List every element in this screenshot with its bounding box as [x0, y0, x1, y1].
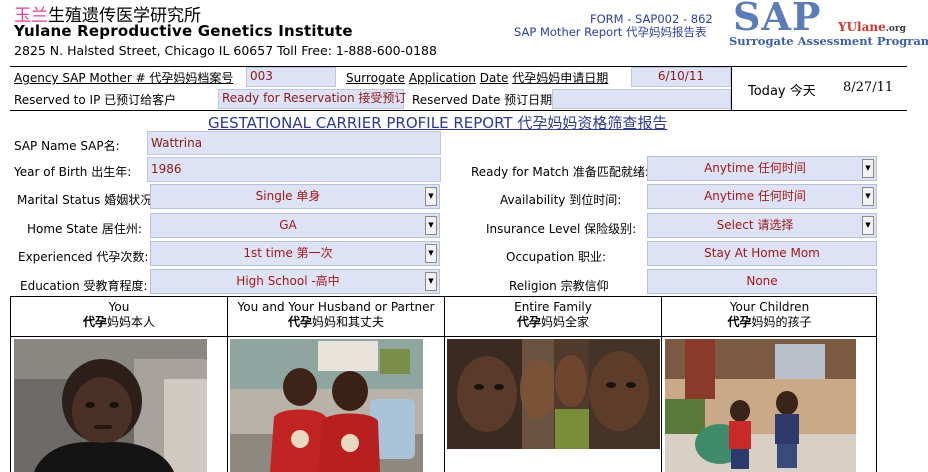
photo-partner — [230, 339, 423, 472]
availability-label: Availability 到位时间: — [500, 193, 622, 207]
ready-for-match-label: Ready for Match 准备匹配就绪: — [471, 165, 649, 179]
dropdown-arrow-icon[interactable]: ▼ — [425, 187, 437, 206]
education-label: Education 受教育程度: — [20, 279, 148, 293]
occupation-label: Occupation 职业: — [506, 250, 607, 264]
yulane-logo: YUlane.org — [838, 20, 906, 34]
birth-year-field[interactable]: 1986 — [147, 157, 441, 182]
brand-english-name: Yulane Reproductive Genetics Institute — [14, 22, 353, 40]
photo-header-divider — [10, 336, 877, 337]
home-state-label: Home State 居住州: — [27, 222, 142, 236]
reserved-date-field[interactable] — [552, 89, 731, 109]
header-divider — [10, 66, 907, 67]
experience-value: 1st time 第一次 — [243, 246, 333, 260]
experience-label: Experienced 代孕次数: — [18, 250, 149, 264]
photo-children — [665, 339, 856, 472]
photo-header-family: Entire Family 代孕妈妈全家 — [514, 300, 592, 329]
sap-name-label: SAP Name SAP名: — [14, 139, 120, 153]
home-state-value: GA — [279, 218, 297, 232]
today-divider — [731, 67, 732, 110]
insurance-level-select[interactable]: Select 请选择 ▼ — [647, 213, 877, 238]
logo-tagline: Surrogate Assessment Program — [729, 34, 928, 48]
sap-name-field[interactable]: Wattrina — [147, 131, 441, 155]
dropdown-arrow-icon[interactable]: ▼ — [862, 159, 874, 178]
ready-for-match-select[interactable]: Anytime 任何时间 ▼ — [647, 156, 877, 181]
today-value: 8/27/11 — [843, 80, 894, 95]
home-state-select[interactable]: GA ▼ — [150, 213, 440, 238]
availability-value: Anytime 任何时间 — [704, 189, 806, 203]
report-title: GESTATIONAL CARRIER PROFILE REPORT 代孕妈妈资… — [208, 114, 668, 132]
form-title: SAP Mother Report 代孕妈妈报告表 — [514, 25, 707, 39]
experience-select[interactable]: 1st time 第一次 ▼ — [150, 241, 440, 266]
application-date-label: Surrogate Application Date 代孕妈妈申请日期 — [346, 71, 609, 85]
agency-number-field[interactable]: 003 — [246, 67, 336, 87]
application-date-field[interactable]: 6/10/11 — [631, 67, 731, 87]
reservation-divider — [10, 110, 907, 111]
agency-label: Agency SAP Mother # 代孕妈妈档案号 — [14, 71, 234, 85]
today-label: Today 今天 — [748, 84, 816, 99]
reserved-to-ip-label: Reserved to IP 已预订给客户 — [14, 93, 177, 107]
religion-label: Religion 宗教信仰 — [509, 279, 609, 293]
reservation-status-field[interactable]: Ready for Reservation 接受预订 — [218, 89, 406, 109]
photo-header-children: Your Children 代孕妈妈的孩子 — [727, 300, 812, 329]
ready-for-match-value: Anytime 任何时间 — [704, 161, 806, 175]
occupation-field[interactable]: Stay At Home Mom — [647, 241, 877, 266]
dropdown-arrow-icon[interactable]: ▼ — [425, 244, 437, 263]
reserved-date-label: Reserved Date 预订日期 — [412, 93, 553, 107]
education-select[interactable]: High School -高中 ▼ — [150, 269, 440, 294]
marital-status-select[interactable]: Single 单身 ▼ — [150, 184, 440, 209]
photo-header-you: You 代孕妈妈本人 — [82, 300, 156, 329]
photo-surrogate — [14, 339, 207, 472]
religion-field[interactable]: None — [647, 269, 877, 294]
dropdown-arrow-icon[interactable]: ▼ — [862, 216, 874, 235]
insurance-level-label: Insurance Level 保险级别: — [486, 222, 637, 236]
dropdown-arrow-icon[interactable]: ▼ — [862, 187, 874, 206]
dropdown-arrow-icon[interactable]: ▼ — [425, 216, 437, 235]
dropdown-arrow-icon[interactable]: ▼ — [425, 272, 437, 291]
brand-address: 2825 N. Halsted Street, Chicago IL 60657… — [14, 43, 437, 58]
availability-select[interactable]: Anytime 任何时间 ▼ — [647, 184, 877, 209]
marital-status-label: Marital Status 婚姻状况: — [17, 193, 157, 207]
birth-year-label: Year of Birth 出生年: — [14, 165, 132, 179]
insurance-level-value: Select 请选择 — [716, 218, 794, 232]
education-value: High School -高中 — [236, 274, 340, 288]
photo-header-partner: You and Your Husband or Partner 代孕妈妈和其丈夫 — [237, 300, 435, 329]
photo-family — [447, 339, 660, 449]
marital-status-value: Single 单身 — [255, 189, 321, 203]
